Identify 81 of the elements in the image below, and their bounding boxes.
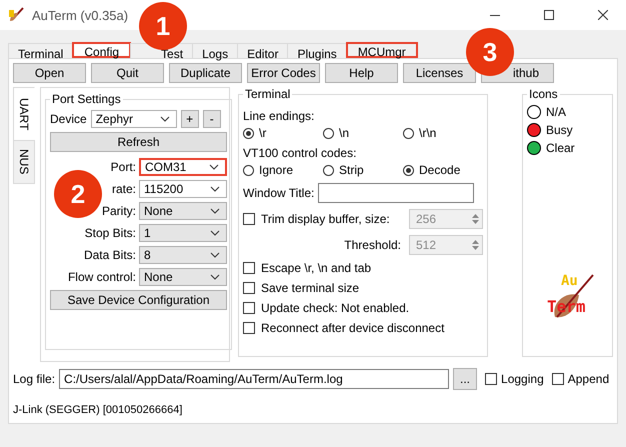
save-button[interactable]: Save Device Configuration [50, 290, 227, 310]
field-label: Parity: [102, 204, 136, 218]
field-label: Device [50, 112, 87, 126]
field-label: Flow control: [68, 270, 136, 284]
spin-arrows-icon [472, 239, 479, 251]
toolbar-button[interactable]: Error Codes [247, 63, 320, 83]
checkbox-label: Save terminal size [261, 281, 360, 295]
toolbar-button[interactable]: Open [13, 63, 86, 83]
checkbox[interactable] [243, 322, 255, 334]
side-tab[interactable]: UART [13, 87, 35, 142]
group-title: Icons [528, 87, 559, 101]
maximize-icon[interactable] [544, 10, 554, 20]
checkbox-label: Reconnect after device disconnect [261, 321, 444, 335]
radio-button[interactable] [323, 164, 334, 176]
checkbox[interactable] [243, 302, 255, 314]
device-dropdown[interactable]: Zephyr [90, 110, 177, 128]
dropdown[interactable]: 115200 [139, 180, 227, 198]
status-label: Clear [546, 141, 575, 155]
status-label: Busy [546, 123, 573, 137]
section-label: VT100 control codes: [243, 146, 358, 160]
add-button[interactable]: + [180, 110, 199, 128]
dropdown[interactable]: 8 [139, 246, 227, 264]
refresh-button[interactable]: Refresh [50, 132, 227, 152]
status-label: N/A [546, 105, 566, 119]
radio-label: Decode [419, 163, 460, 177]
browse-button[interactable]: ... [453, 368, 478, 390]
app-icon [8, 7, 24, 23]
dropdown[interactable]: None [139, 202, 227, 220]
log-file-field[interactable]: C:/Users/alal/AppData/Roaming/AuTerm/AuTerm.log [59, 369, 450, 389]
checkbox[interactable] [243, 282, 255, 294]
window-title: AuTerm (v0.35a) [32, 8, 130, 22]
toolbar-button[interactable]: Help [325, 63, 398, 83]
close-icon[interactable] [598, 10, 608, 20]
group-title: Port Settings [51, 92, 122, 106]
status-text: J-Link (SEGGER) [001050266664] [13, 404, 184, 416]
checkbox-label: Update check: Not enabled. [261, 301, 410, 315]
dropdown[interactable]: None [139, 268, 227, 286]
radio-label: \r\n [419, 126, 436, 140]
radio-button[interactable] [243, 164, 254, 176]
radio-button[interactable] [243, 128, 254, 138]
checkbox[interactable] [243, 262, 255, 274]
field-label: Window Title: [243, 186, 314, 200]
logo-text: Term [547, 297, 586, 316]
field-label: rate: [112, 182, 136, 196]
toolbar-button[interactable]: Licenses [403, 63, 476, 83]
radio-label: \r [259, 126, 266, 140]
remove-button[interactable]: - [202, 110, 221, 128]
checkbox[interactable] [552, 373, 564, 385]
field-label: Threshold: [344, 238, 401, 252]
radio-label: Ignore [259, 163, 294, 177]
section-label: Line endings: [243, 109, 316, 123]
dropdown[interactable]: 1 [139, 224, 227, 242]
tab[interactable]: Editor [237, 43, 288, 58]
dropdown[interactable]: COM31 [139, 158, 227, 176]
window-title-field[interactable] [318, 183, 474, 203]
radio-button[interactable] [403, 128, 414, 138]
checkbox-label: Trim display buffer, size: [261, 212, 390, 226]
checkbox-label: Escape \r, \n and tab [261, 261, 372, 275]
side-tab[interactable]: NUS [13, 140, 35, 184]
tab[interactable]: Plugins [287, 43, 347, 58]
radio-button[interactable] [323, 128, 334, 138]
group-title: Terminal [244, 87, 292, 101]
tab[interactable]: MCUmgr [346, 42, 418, 58]
toolbar-button[interactable]: Quit [91, 63, 164, 83]
checkbox[interactable] [485, 373, 498, 385]
field-label: Log file: [13, 372, 56, 386]
spin-arrows-icon [472, 213, 479, 225]
tab[interactable]: Logs [192, 43, 238, 58]
minimize-icon[interactable] [490, 14, 500, 16]
tab[interactable]: Config [72, 42, 132, 58]
logo-text: Au [561, 273, 578, 289]
checkbox-label: Logging [501, 372, 544, 386]
radio-label: Strip [339, 163, 364, 177]
field-label: Data Bits: [84, 248, 136, 262]
radio-button[interactable] [403, 164, 414, 176]
radio-label: \n [339, 126, 350, 140]
checkbox-label: Append [568, 372, 610, 386]
field-label: Port: [110, 160, 136, 174]
tab[interactable]: Terminal [8, 43, 74, 58]
toolbar-button[interactable]: Duplicate [169, 63, 242, 83]
field-label: Stop Bits: [84, 226, 136, 240]
